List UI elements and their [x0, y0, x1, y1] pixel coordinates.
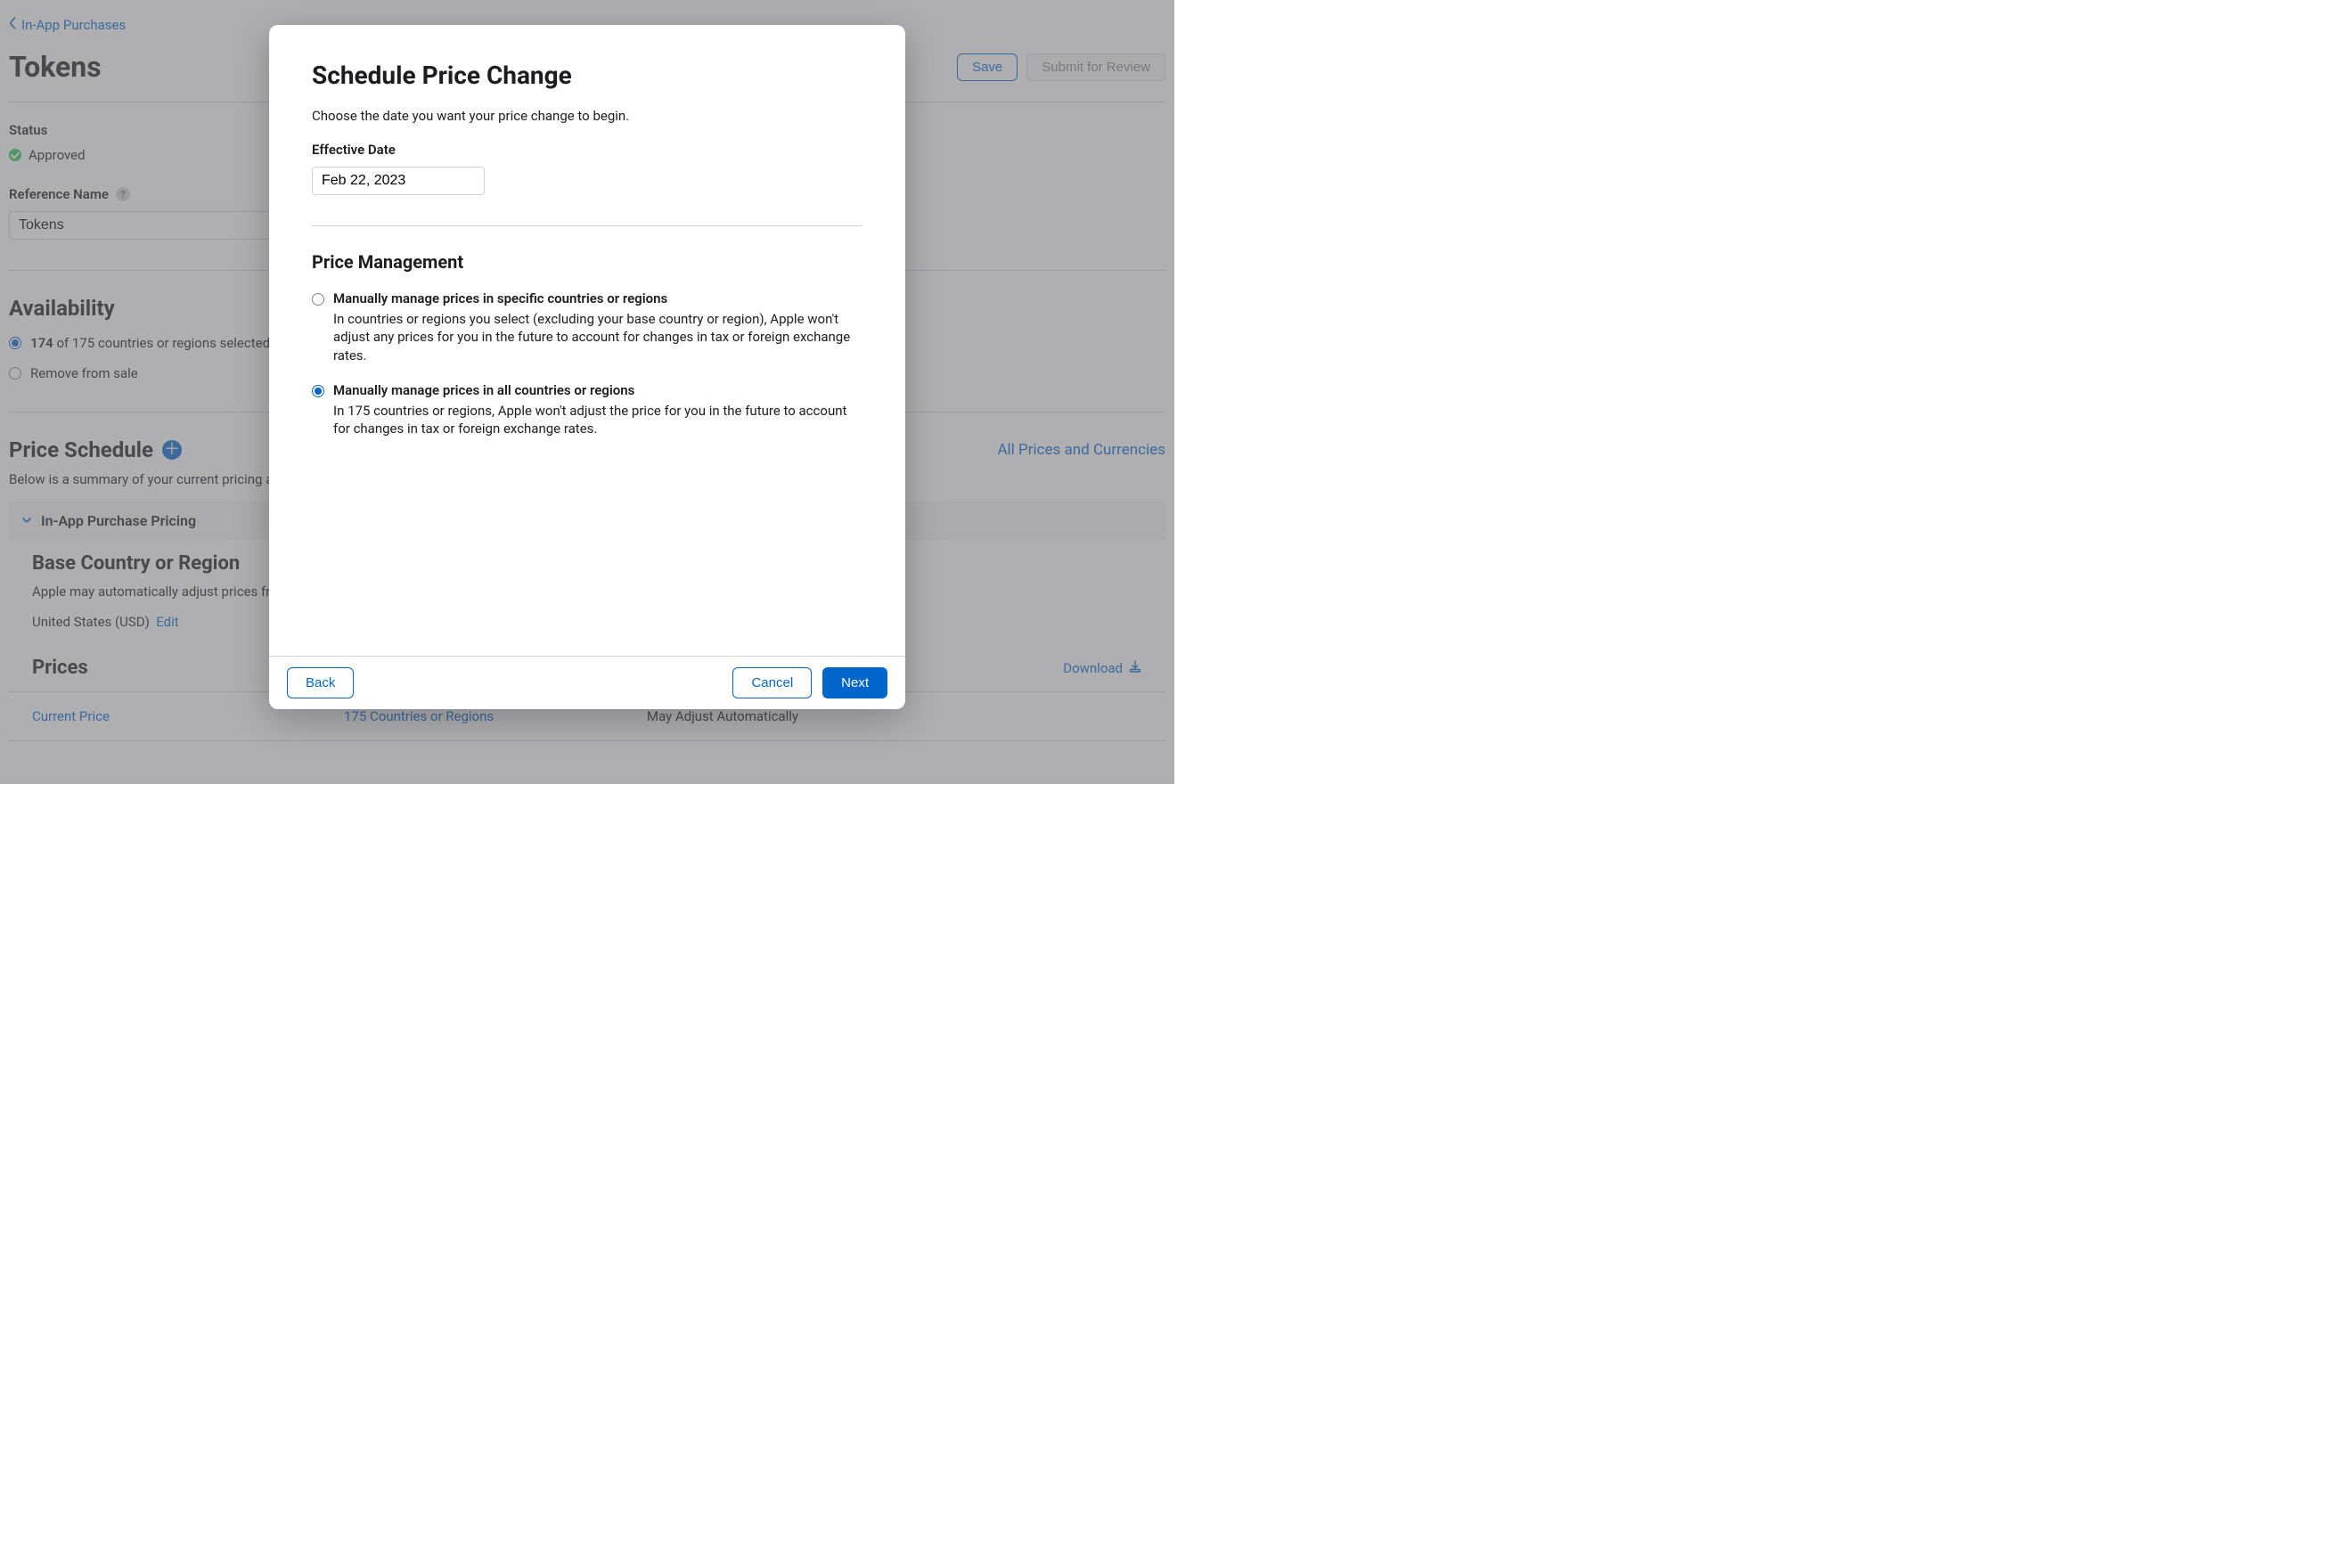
back-button[interactable]: Back: [287, 667, 354, 698]
cancel-button[interactable]: Cancel: [732, 667, 812, 698]
option-all[interactable]: Manually manage prices in all countries …: [312, 382, 862, 438]
schedule-price-change-modal: Schedule Price Change Choose the date yo…: [269, 25, 905, 709]
modal-title: Schedule Price Change: [312, 61, 862, 90]
radio-icon: [312, 385, 324, 397]
modal-footer: Back Cancel Next: [269, 656, 905, 709]
effective-date-input[interactable]: [312, 167, 485, 195]
modal-lead: Choose the date you want your price chan…: [312, 108, 862, 124]
option-specific[interactable]: Manually manage prices in specific count…: [312, 290, 862, 364]
effective-date-label: Effective Date: [312, 142, 862, 158]
price-management-title: Price Management: [312, 251, 862, 273]
option-specific-title: Manually manage prices in specific count…: [333, 290, 862, 306]
radio-icon: [312, 293, 324, 306]
divider: [312, 225, 862, 226]
option-all-title: Manually manage prices in all countries …: [333, 382, 862, 398]
next-button[interactable]: Next: [822, 667, 887, 698]
option-specific-desc: In countries or regions you select (excl…: [333, 310, 862, 364]
option-all-desc: In 175 countries or regions, Apple won't…: [333, 402, 862, 438]
